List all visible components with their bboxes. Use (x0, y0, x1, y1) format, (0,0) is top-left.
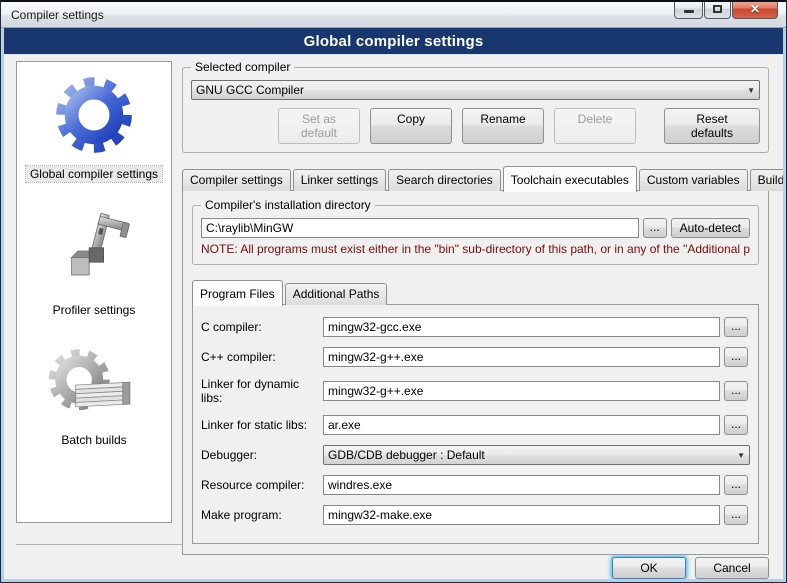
gray-gear-stack-icon (46, 344, 142, 424)
dynamic-linker-browse-button[interactable]: ... (724, 381, 748, 401)
compiler-select-value: GNU GCC Compiler (196, 83, 743, 97)
tab-search-directories[interactable]: Search directories (388, 169, 501, 191)
make-program-label: Make program: (201, 508, 319, 522)
program-files-tabstrip: Program Files Additional Paths (192, 279, 759, 305)
minimize-icon (684, 10, 694, 13)
tab-program-files[interactable]: Program Files (192, 280, 283, 306)
settings-category-list: Global compiler settings (16, 61, 172, 523)
static-linker-label: Linker for static libs: (201, 418, 319, 432)
selected-compiler-group: Selected compiler GNU GCC Compiler ▼ Set… (182, 67, 769, 153)
auto-detect-button[interactable]: Auto-detect (671, 218, 750, 238)
installation-directory-input[interactable] (201, 218, 639, 238)
toolchain-executables-page: Compiler's installation directory ... Au… (182, 190, 769, 555)
installation-directory-group-label: Compiler's installation directory (201, 198, 375, 212)
cpp-compiler-browse-button[interactable]: ... (724, 347, 748, 367)
compiler-select[interactable]: GNU GCC Compiler ▼ (191, 80, 760, 100)
chevron-down-icon: ▼ (737, 451, 745, 460)
c-compiler-label: C compiler: (201, 320, 319, 334)
window-controls: ✕ (673, 0, 778, 19)
reset-defaults-button[interactable]: Reset defaults (664, 108, 760, 144)
static-linker-input[interactable] (323, 415, 720, 435)
maximize-icon (713, 5, 722, 13)
c-compiler-input[interactable] (323, 317, 720, 337)
browse-directory-button[interactable]: ... (643, 218, 667, 238)
page-header: Global compiler settings (4, 28, 783, 54)
ok-button[interactable]: OK (612, 557, 686, 579)
window-title: Compiler settings (11, 8, 104, 22)
tab-custom-variables[interactable]: Custom variables (639, 169, 748, 191)
close-button[interactable]: ✕ (732, 0, 778, 19)
debugger-row: Debugger: GDB/CDB debugger : Default ▼ (201, 445, 750, 465)
c-compiler-browse-button[interactable]: ... (724, 317, 748, 337)
blue-gear-icon (50, 72, 138, 158)
cpp-compiler-row: C++ compiler: ... (201, 347, 750, 367)
dynamic-linker-input[interactable] (323, 381, 720, 401)
close-icon: ✕ (750, 2, 760, 16)
copy-button[interactable]: Copy (370, 108, 452, 144)
cpp-compiler-label: C++ compiler: (201, 350, 319, 364)
bin-subdirectory-note: NOTE: All programs must exist either in … (201, 242, 750, 256)
sidebar-item-label: Global compiler settings (26, 166, 162, 182)
tab-compiler-settings[interactable]: Compiler settings (182, 169, 291, 191)
tab-linker-settings[interactable]: Linker settings (293, 169, 386, 191)
tab-build-options[interactable]: Build options (750, 169, 783, 191)
debugger-select[interactable]: GDB/CDB debugger : Default ▼ (323, 445, 750, 465)
installation-directory-group: Compiler's installation directory ... Au… (192, 205, 759, 265)
set-as-default-button[interactable]: Set as default (278, 108, 360, 144)
minimize-button[interactable] (674, 0, 703, 19)
resource-compiler-label: Resource compiler: (201, 478, 319, 492)
debugger-select-value: GDB/CDB debugger : Default (328, 448, 733, 462)
compiler-settings-dialog: Compiler settings ✕ Global compiler sett… (0, 0, 787, 583)
cancel-button[interactable]: Cancel (695, 557, 769, 579)
maximize-button[interactable] (704, 0, 731, 19)
delete-button[interactable]: Delete (554, 108, 636, 144)
selected-compiler-group-label: Selected compiler (191, 60, 294, 74)
tab-toolchain-executables[interactable]: Toolchain executables (503, 166, 637, 192)
static-linker-browse-button[interactable]: ... (724, 415, 748, 435)
sidebar-item-profiler-settings[interactable]: Profiler settings (49, 208, 140, 318)
static-linker-row: Linker for static libs: ... (201, 415, 750, 435)
program-files-page: C compiler: ... C++ compiler: ... Linker (192, 304, 759, 544)
titlebar[interactable]: Compiler settings ✕ (1, 2, 786, 28)
make-program-browse-button[interactable]: ... (724, 505, 748, 525)
rename-button[interactable]: Rename (462, 108, 544, 144)
dynamic-linker-label: Linker for dynamic libs: (201, 377, 319, 405)
make-program-input[interactable] (323, 505, 720, 525)
sidebar-item-batch-builds[interactable]: Batch builds (46, 344, 142, 448)
dynamic-linker-row: Linker for dynamic libs: ... (201, 377, 750, 405)
debugger-label: Debugger: (201, 448, 319, 462)
page-title: Global compiler settings (304, 33, 484, 50)
c-compiler-row: C compiler: ... (201, 317, 750, 337)
make-program-row: Make program: ... (201, 505, 750, 525)
sidebar-item-global-compiler-settings[interactable]: Global compiler settings (26, 72, 162, 182)
caliper-icon (54, 208, 134, 294)
resource-compiler-input[interactable] (323, 475, 720, 495)
sidebar-item-label: Batch builds (57, 432, 130, 448)
cpp-compiler-input[interactable] (323, 347, 720, 367)
settings-tabstrip: Compiler settings Linker settings Search… (182, 165, 769, 191)
resource-compiler-browse-button[interactable]: ... (724, 475, 748, 495)
chevron-down-icon: ▼ (747, 86, 755, 95)
tab-additional-paths[interactable]: Additional Paths (285, 283, 388, 305)
sidebar-item-label: Profiler settings (49, 302, 140, 318)
resource-compiler-row: Resource compiler: ... (201, 475, 750, 495)
